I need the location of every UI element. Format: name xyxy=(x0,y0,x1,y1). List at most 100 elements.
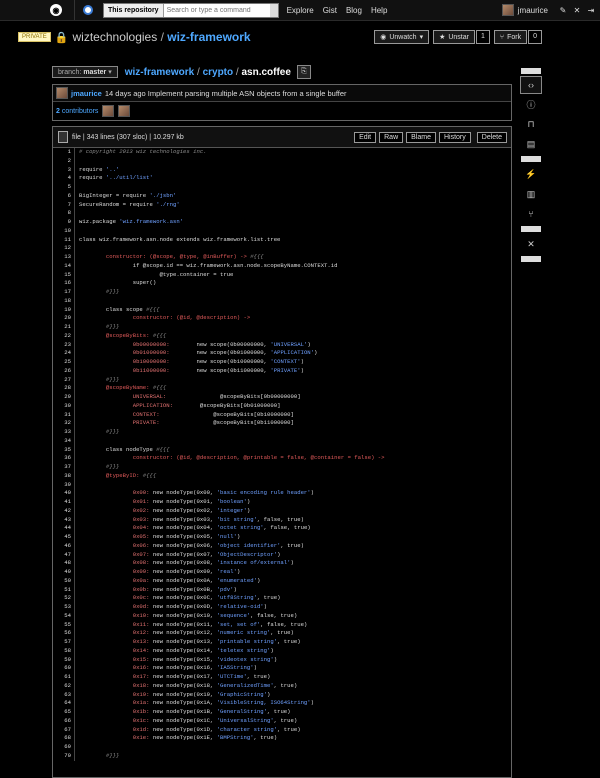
line-number[interactable]: 27 xyxy=(53,376,71,385)
nav-explore[interactable]: Explore xyxy=(287,6,314,15)
line-number[interactable]: 3 xyxy=(53,166,71,175)
avatar[interactable] xyxy=(56,87,68,99)
line-number[interactable]: 10 xyxy=(53,227,71,236)
line-number[interactable]: 44 xyxy=(53,524,71,533)
nav-blog[interactable]: Blog xyxy=(346,6,362,15)
unstar-button[interactable]: ★ Unstar xyxy=(433,30,475,44)
line-number[interactable]: 58 xyxy=(53,647,71,656)
line-number[interactable]: 12 xyxy=(53,244,71,253)
fork-button[interactable]: ⑂ Fork xyxy=(493,30,528,44)
avatar[interactable] xyxy=(102,105,115,117)
line-number[interactable]: 61 xyxy=(53,673,71,682)
line-number[interactable]: 20 xyxy=(53,314,71,323)
line-number[interactable]: 46 xyxy=(53,542,71,551)
fork-count[interactable]: 0 xyxy=(528,30,542,44)
line-number[interactable]: 48 xyxy=(53,559,71,568)
settings-icon[interactable]: ✕ xyxy=(521,234,541,254)
line-number[interactable]: 34 xyxy=(53,437,71,446)
logout-icon[interactable]: ⇥ xyxy=(586,6,596,15)
line-number[interactable]: 23 xyxy=(53,341,71,350)
line-number[interactable]: 52 xyxy=(53,594,71,603)
new-repo-icon[interactable]: ✎ xyxy=(558,6,568,15)
github-logo-icon[interactable]: ◉ xyxy=(50,4,62,16)
unwatch-button[interactable]: ◉ Unwatch ▾ xyxy=(374,30,430,44)
blame-button[interactable]: Blame xyxy=(406,131,436,143)
line-number[interactable]: 41 xyxy=(53,498,71,507)
commit-author-link[interactable]: jmaurice xyxy=(71,89,102,98)
line-number[interactable]: 26 xyxy=(53,367,71,376)
line-number[interactable]: 16 xyxy=(53,279,71,288)
line-number[interactable]: 65 xyxy=(53,708,71,717)
line-number[interactable]: 54 xyxy=(53,612,71,621)
line-number[interactable]: 22 xyxy=(53,332,71,341)
line-number[interactable]: 69 xyxy=(53,743,71,752)
line-number[interactable]: 4 xyxy=(53,174,71,183)
line-number[interactable]: 11 xyxy=(53,236,71,245)
avatar[interactable] xyxy=(501,4,514,16)
star-count[interactable]: 1 xyxy=(475,30,490,44)
edit-button[interactable]: Edit xyxy=(354,131,377,143)
line-number[interactable]: 30 xyxy=(53,402,71,411)
line-number[interactable]: 57 xyxy=(53,638,71,647)
line-number[interactable]: 32 xyxy=(53,419,71,428)
repo-owner-link[interactable]: wiztechnologies xyxy=(73,30,158,44)
line-number[interactable]: 8 xyxy=(53,209,71,218)
nav-gist[interactable]: Gist xyxy=(323,6,337,15)
line-number[interactable]: 50 xyxy=(53,577,71,586)
line-number[interactable]: 51 xyxy=(53,586,71,595)
line-number[interactable]: 37 xyxy=(53,463,71,472)
line-number[interactable]: 15 xyxy=(53,271,71,280)
wiki-icon[interactable]: ▤ xyxy=(521,134,541,154)
line-number[interactable]: 43 xyxy=(53,516,71,525)
delete-button[interactable]: Delete xyxy=(476,131,507,143)
line-number[interactable]: 42 xyxy=(53,507,71,516)
line-number[interactable]: 67 xyxy=(53,726,71,735)
line-number[interactable]: 1 xyxy=(53,148,71,157)
repo-name-link[interactable]: wiz-framework xyxy=(167,30,250,44)
line-number[interactable]: 56 xyxy=(53,629,71,638)
line-number[interactable]: 7 xyxy=(53,201,71,210)
line-number[interactable]: 39 xyxy=(53,481,71,490)
breadcrumb-repo[interactable]: wiz-framework xyxy=(125,67,194,78)
line-number[interactable]: 55 xyxy=(53,621,71,630)
line-number[interactable]: 28 xyxy=(53,384,71,393)
line-number[interactable]: 47 xyxy=(53,551,71,560)
line-number[interactable]: 45 xyxy=(53,533,71,542)
settings-icon[interactable]: ✕ xyxy=(572,6,582,15)
history-button[interactable]: History xyxy=(438,131,471,143)
contributors-summary[interactable]: 2 contributors xyxy=(56,108,98,115)
line-number[interactable]: 53 xyxy=(53,603,71,612)
issues-icon[interactable]: ⓘ xyxy=(521,94,541,114)
line-number[interactable]: 6 xyxy=(53,192,71,201)
line-number[interactable]: 9 xyxy=(53,218,71,227)
line-number[interactable]: 40 xyxy=(53,489,71,498)
raw-button[interactable]: Raw xyxy=(379,131,404,143)
line-number[interactable]: 68 xyxy=(53,734,71,743)
username-link[interactable]: jmaurice xyxy=(518,6,548,15)
line-number[interactable]: 35 xyxy=(53,446,71,455)
line-number[interactable]: 33 xyxy=(53,428,71,437)
search-input[interactable] xyxy=(163,3,270,17)
line-number[interactable]: 25 xyxy=(53,358,71,367)
line-number[interactable]: 63 xyxy=(53,691,71,700)
line-number[interactable]: 5 xyxy=(53,183,71,192)
branch-selector[interactable]: branch: master ▾ xyxy=(52,66,118,78)
line-number[interactable]: 24 xyxy=(53,349,71,358)
line-number[interactable]: 38 xyxy=(53,472,71,481)
avatar[interactable] xyxy=(118,105,131,117)
copy-path-icon[interactable]: ⎘ xyxy=(296,65,311,79)
pull-requests-icon[interactable]: ⊓ xyxy=(521,114,541,134)
line-number[interactable]: 64 xyxy=(53,699,71,708)
breadcrumb-folder[interactable]: crypto xyxy=(203,67,234,78)
code-icon[interactable]: ‹› xyxy=(520,76,542,94)
line-number[interactable]: 2 xyxy=(53,157,71,166)
line-number[interactable]: 21 xyxy=(53,323,71,332)
line-number[interactable]: 14 xyxy=(53,262,71,271)
line-number[interactable]: 31 xyxy=(53,411,71,420)
pulse-icon[interactable]: ⚡ xyxy=(521,164,541,184)
line-number[interactable]: 29 xyxy=(53,393,71,402)
line-number[interactable]: 70 xyxy=(53,752,71,761)
commit-message[interactable]: 14 days ago Implement parsing multiple A… xyxy=(105,89,347,98)
line-number[interactable]: 36 xyxy=(53,454,71,463)
line-number[interactable]: 62 xyxy=(53,682,71,691)
